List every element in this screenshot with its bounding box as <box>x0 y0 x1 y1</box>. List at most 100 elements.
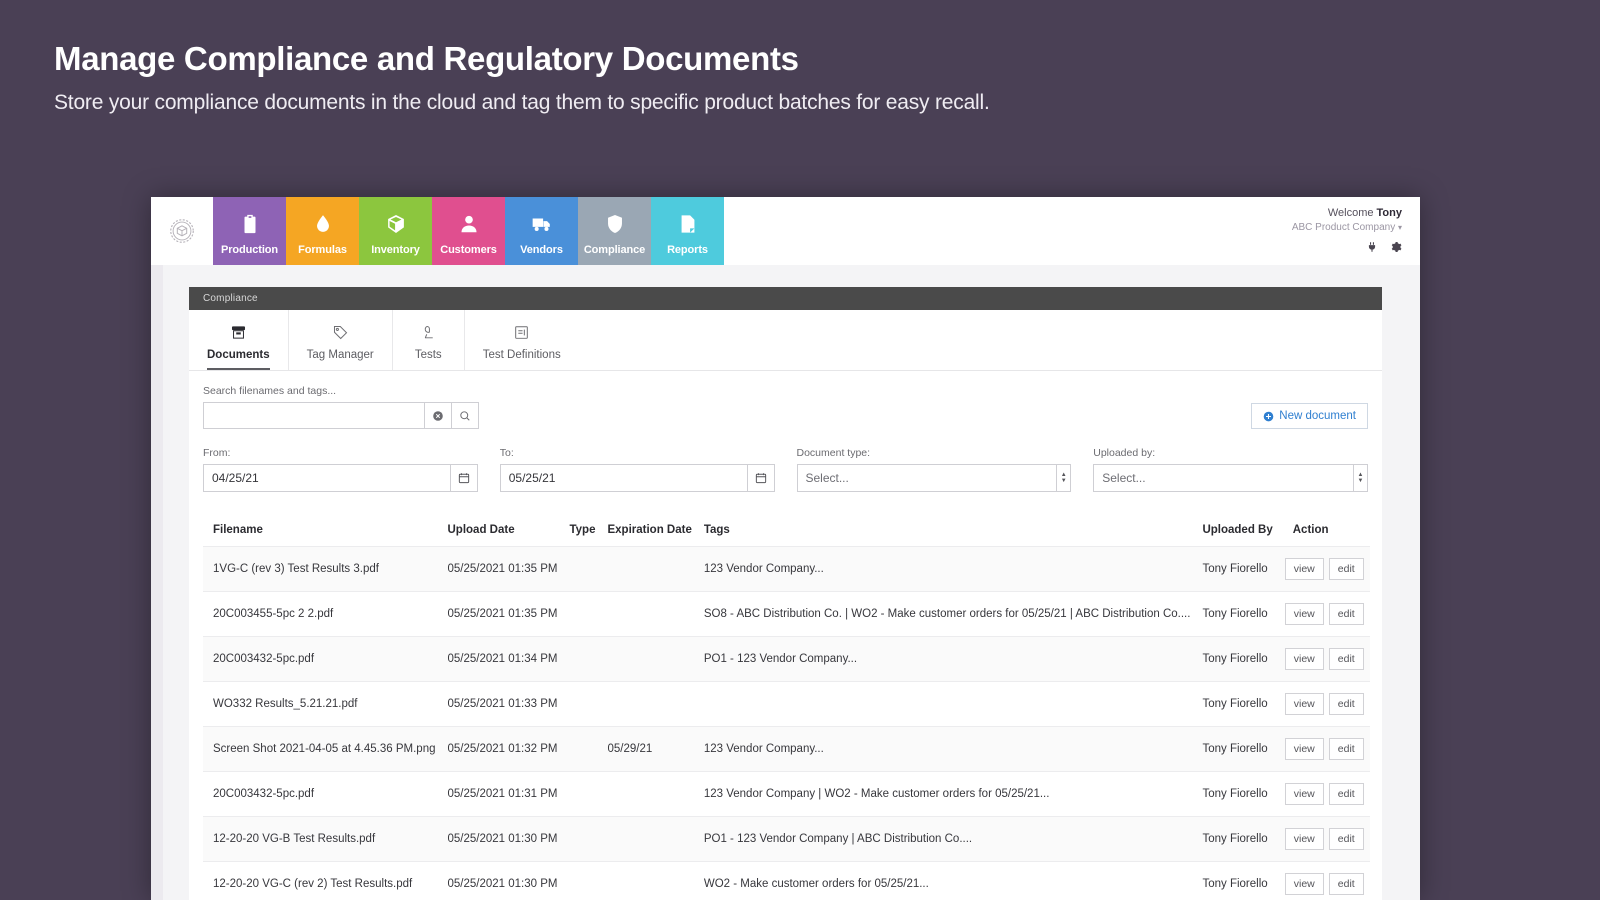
cell-action: view edit <box>1278 771 1370 817</box>
cell-filename: 20C003432-5pc.pdf <box>203 771 442 817</box>
header-filename[interactable]: Filename <box>203 518 442 547</box>
view-button[interactable]: view <box>1284 648 1324 670</box>
view-button[interactable]: view <box>1284 558 1324 580</box>
tag-icon <box>332 321 349 343</box>
gear-icon[interactable] <box>1390 241 1402 253</box>
search-group <box>203 402 479 429</box>
table-row[interactable]: 20C003455-5pc 2 2.pdf 05/25/2021 01:35 PM… <box>203 591 1370 637</box>
cell-tags <box>697 681 1197 727</box>
app-logo[interactable] <box>151 197 213 265</box>
cell-action: view edit <box>1278 591 1370 637</box>
tab-test-definitions[interactable]: Test Definitions <box>465 310 579 370</box>
cell-filename: Screen Shot 2021-04-05 at 4.45.36 PM.png <box>203 726 442 772</box>
box-icon <box>385 211 407 237</box>
header-tags[interactable]: Tags <box>698 518 1197 547</box>
cell-action: view edit <box>1278 816 1370 862</box>
header-type[interactable]: Type <box>563 518 601 547</box>
uploaded-by-spinner[interactable]: ▲ ▼ <box>1354 464 1368 492</box>
cell-type <box>563 861 602 900</box>
nav-tile-compliance[interactable]: Compliance <box>578 197 651 265</box>
cell-upload-date: 05/25/2021 01:30 PM <box>441 816 564 862</box>
header-uploaded-by[interactable]: Uploaded By <box>1196 518 1278 547</box>
plug-icon[interactable] <box>1366 241 1378 253</box>
from-calendar-button[interactable] <box>450 464 478 492</box>
cell-tags: 123 Vendor Company | WO2 - Make customer… <box>697 771 1197 817</box>
edit-button[interactable]: edit <box>1328 603 1364 625</box>
calendar-icon <box>755 473 766 484</box>
search-block: Search filenames and tags... <box>203 385 479 429</box>
to-date-input[interactable] <box>499 464 748 492</box>
edit-button[interactable]: edit <box>1328 693 1364 715</box>
cell-filename: 20C003455-5pc 2 2.pdf <box>203 591 442 637</box>
new-document-button[interactable]: New document <box>1251 403 1368 429</box>
nav-tile-formulas[interactable]: Formulas <box>286 197 359 265</box>
nav-tile-vendors[interactable]: Vendors <box>505 197 578 265</box>
cell-tags: PO1 - 123 Vendor Company | ABC Distribut… <box>697 816 1197 862</box>
tab-label: Tag Manager <box>306 349 374 361</box>
uploaded-by-select[interactable]: Select... <box>1093 464 1354 492</box>
table-row[interactable]: 12-20-20 VG-B Test Results.pdf 05/25/2021… <box>203 816 1370 862</box>
document-type-spinner[interactable]: ▲ ▼ <box>1057 464 1072 492</box>
welcome-username: Tony <box>1376 207 1402 219</box>
tab-tag-manager[interactable]: Tag Manager <box>289 310 393 370</box>
page-subtitle: Store your compliance documents in the c… <box>54 91 990 115</box>
table-row[interactable]: 1VG-C (rev 3) Test Results 3.pdf 05/25/20… <box>203 546 1370 592</box>
search-icon <box>460 410 470 421</box>
cell-expiration-date: 05/29/21 <box>601 726 698 772</box>
search-submit-button[interactable] <box>452 402 479 429</box>
row-action-buttons: view edit <box>1284 738 1364 760</box>
user-area: Welcome Tony ABC Product Company ▾ <box>1292 197 1420 265</box>
calendar-icon <box>458 473 469 484</box>
nav-tile-customers[interactable]: Customers <box>432 197 505 265</box>
search-input[interactable] <box>203 402 425 429</box>
view-button[interactable]: view <box>1284 738 1324 760</box>
truck-icon <box>531 211 553 237</box>
view-button[interactable]: view <box>1284 603 1324 625</box>
nav-tile-reports[interactable]: Reports <box>651 197 724 265</box>
documents-table-head: Filename Upload Date Type Expiration Dat… <box>203 518 1370 547</box>
view-button[interactable]: view <box>1284 783 1324 805</box>
edit-button[interactable]: edit <box>1328 558 1364 580</box>
view-button[interactable]: view <box>1284 693 1324 715</box>
document-icon <box>677 211 699 237</box>
table-row[interactable]: 12-20-20 VG-C (rev 2) Test Results.pdf 05… <box>203 861 1370 900</box>
header-expiration-date[interactable]: Expiration Date <box>601 518 697 547</box>
tab-label: Documents <box>207 349 270 370</box>
edit-button[interactable]: edit <box>1328 828 1364 850</box>
view-button[interactable]: view <box>1284 828 1324 850</box>
from-date-input[interactable] <box>203 464 451 492</box>
cell-upload-date: 05/25/2021 01:34 PM <box>441 636 564 682</box>
cell-upload-date: 05/25/2021 01:30 PM <box>441 861 564 900</box>
nav-tile-inventory[interactable]: Inventory <box>359 197 432 265</box>
new-document-label: New document <box>1279 410 1356 422</box>
company-selector[interactable]: ABC Product Company ▾ <box>1292 222 1402 233</box>
table-row[interactable]: Screen Shot 2021-04-05 at 4.45.36 PM.png… <box>203 726 1370 772</box>
module-breadcrumb: Compliance <box>189 287 1382 310</box>
edit-button[interactable]: edit <box>1328 648 1364 670</box>
cell-tags: 123 Vendor Company... <box>697 546 1197 592</box>
cell-uploaded-by: Tony Fiorello <box>1196 546 1279 592</box>
nav-tile-label: Compliance <box>583 243 646 256</box>
to-calendar-button[interactable] <box>747 464 775 492</box>
view-button[interactable]: view <box>1284 873 1324 895</box>
header-upload-date[interactable]: Upload Date <box>442 518 564 547</box>
cell-action: view edit <box>1278 636 1370 682</box>
tab-documents[interactable]: Documents <box>189 310 289 370</box>
edit-button[interactable]: edit <box>1328 783 1364 805</box>
cell-expiration-date <box>601 591 698 637</box>
clear-search-button[interactable] <box>425 402 452 429</box>
company-name: ABC Product Company <box>1291 222 1396 233</box>
edit-button[interactable]: edit <box>1328 873 1364 895</box>
nav-tile-production[interactable]: Production <box>213 197 286 265</box>
table-row[interactable]: WO332 Results_5.21.21.pdf 05/25/2021 01:3… <box>203 681 1370 727</box>
caret-down-icon: ▼ <box>1357 478 1364 484</box>
tab-tests[interactable]: Tests <box>393 310 465 370</box>
cell-action: view edit <box>1278 681 1370 727</box>
table-row[interactable]: 20C003432-5pc.pdf 05/25/2021 01:31 PM 123 … <box>203 771 1370 817</box>
table-row[interactable]: 20C003432-5pc.pdf 05/25/2021 01:34 PM PO1 … <box>203 636 1370 682</box>
cell-upload-date: 05/25/2021 01:35 PM <box>441 546 564 592</box>
edit-button[interactable]: edit <box>1328 738 1364 760</box>
document-type-select[interactable]: Select... <box>796 464 1058 492</box>
top-navigation: Production Formulas Inventory Customers <box>151 197 1420 265</box>
nav-tile-label: Customers <box>440 243 497 256</box>
